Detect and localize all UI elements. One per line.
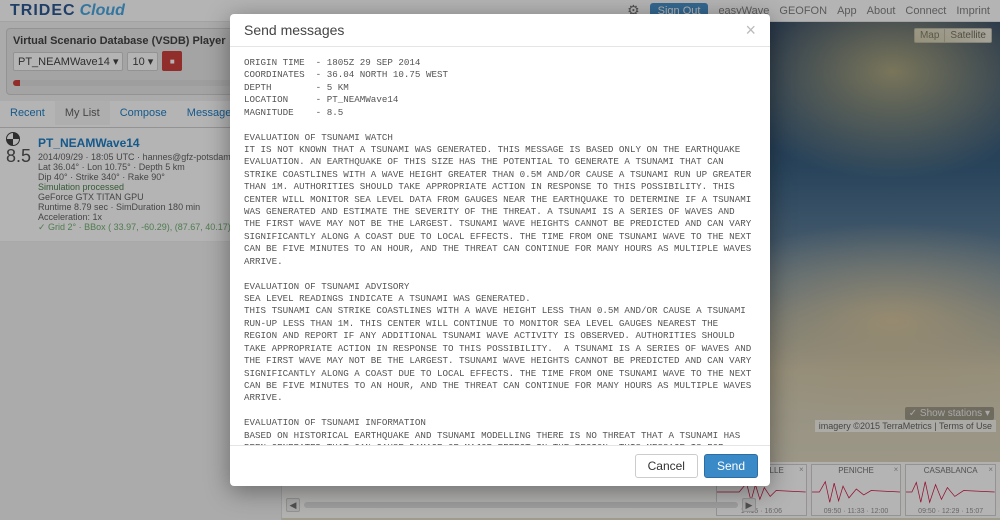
cancel-button[interactable]: Cancel [635,454,698,478]
modal-footer: Cancel Send [230,445,770,486]
modal-header: Send messages × [230,14,770,47]
close-icon[interactable]: × [745,23,756,37]
send-messages-modal: Send messages × ORIGIN TIME - 1805Z 29 S… [230,14,770,486]
modal-overlay: Send messages × ORIGIN TIME - 1805Z 29 S… [0,0,1000,520]
send-button[interactable]: Send [704,454,758,478]
message-body[interactable]: ORIGIN TIME - 1805Z 29 SEP 2014 COORDINA… [230,47,770,445]
modal-title: Send messages [244,22,745,38]
